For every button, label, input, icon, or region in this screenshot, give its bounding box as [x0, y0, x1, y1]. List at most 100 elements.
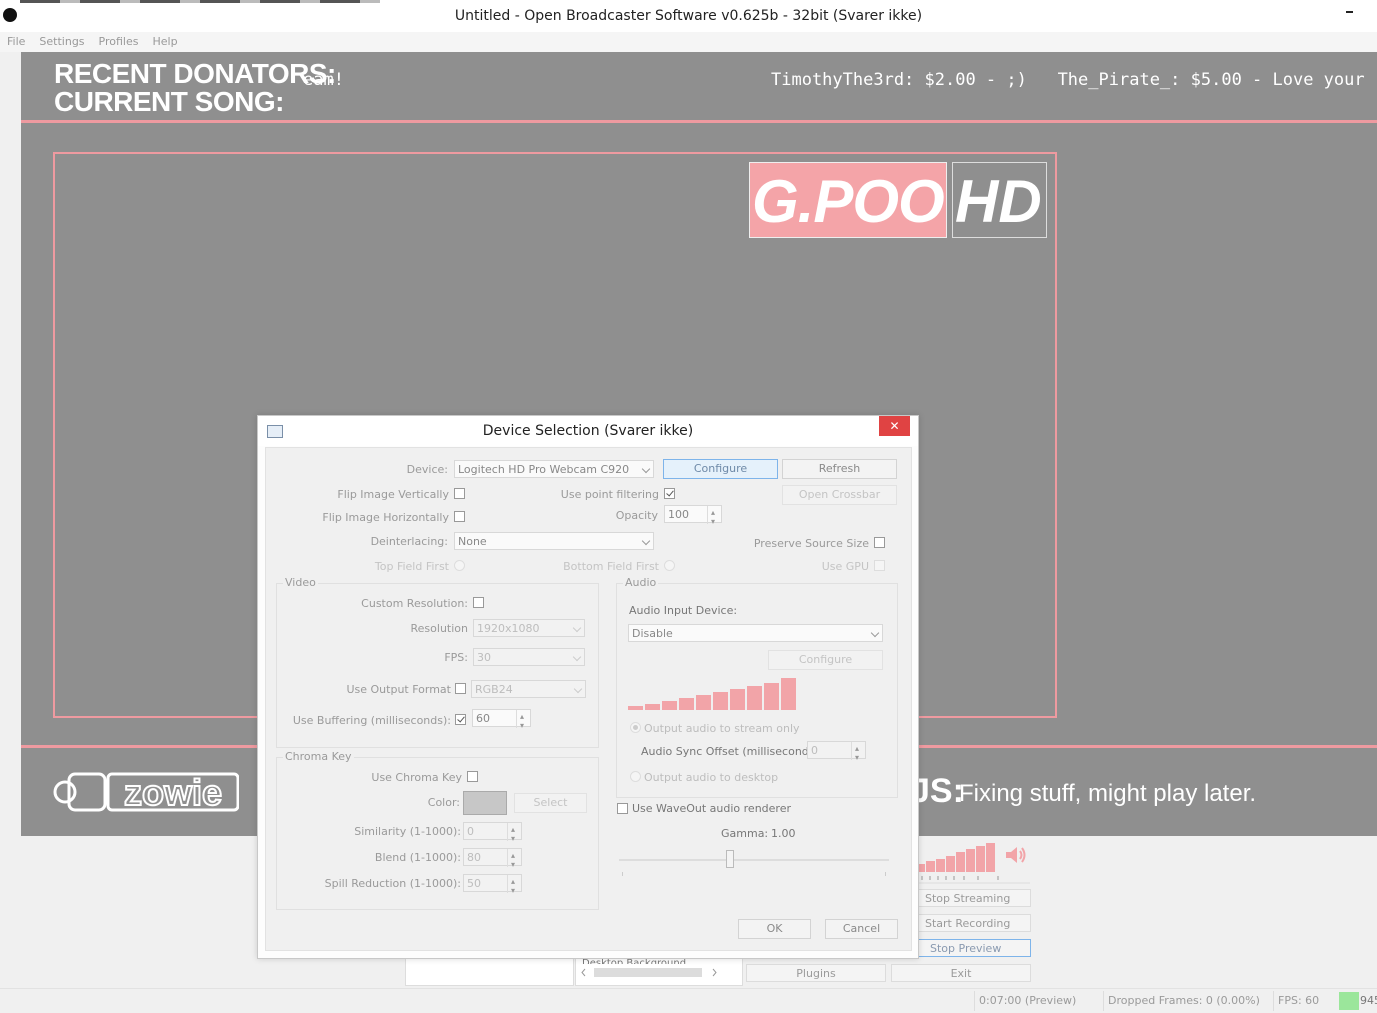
taskbar-tab-strip: [20, 0, 380, 3]
select-color-button[interactable]: Select: [514, 793, 587, 813]
window-titlebar: Untitled - Open Broadcaster Software v0.…: [0, 0, 1377, 33]
scenes-list[interactable]: [405, 958, 574, 986]
menu-file[interactable]: File: [7, 32, 25, 48]
waveout-checkbox[interactable]: [617, 803, 628, 814]
audio-input-select[interactable]: Disable: [628, 624, 883, 642]
spill-reduction-spinner[interactable]: [507, 873, 521, 900]
output-stream-only-radio[interactable]: [630, 722, 641, 733]
flip-horizontal-checkbox[interactable]: [454, 511, 465, 522]
buffering-value: 60: [476, 712, 490, 725]
source-item-partial[interactable]: Desktop Background: [582, 959, 712, 964]
top-field-first-radio[interactable]: [454, 560, 465, 571]
chevron-down-icon: [572, 652, 582, 662]
plugins-button[interactable]: Plugins: [746, 964, 886, 982]
flip-vertical-checkbox[interactable]: [454, 488, 465, 499]
speaker-icon[interactable]: [1004, 844, 1028, 866]
sources-scrollbar[interactable]: [580, 966, 730, 978]
buffering-checkbox[interactable]: [455, 714, 466, 725]
menu-settings[interactable]: Settings: [39, 32, 84, 48]
buffering-spinner[interactable]: [516, 708, 530, 735]
hd-logo: HD: [952, 162, 1047, 238]
chevron-down-icon: [572, 623, 582, 633]
stop-streaming-button[interactable]: Stop Streaming: [917, 889, 1031, 907]
chevron-down-icon: [641, 464, 651, 474]
opacity-value: 100: [668, 508, 689, 521]
chroma-color-swatch[interactable]: [463, 791, 507, 815]
similarity-value: 0: [467, 825, 474, 838]
buffering-input[interactable]: 60: [472, 708, 531, 735]
resolution-select[interactable]: 1920x1080: [473, 619, 585, 637]
sync-offset-spinner[interactable]: [851, 740, 865, 767]
blend-spinner[interactable]: [507, 847, 521, 874]
waveout-label: Use WaveOut audio renderer: [632, 802, 791, 815]
dialog-titlebar: Device Selection (Svarer ikke) ✕: [258, 416, 918, 446]
opacity-spinner[interactable]: [707, 504, 721, 531]
gpoo-logo-text: G.POO: [752, 168, 945, 235]
preserve-size-label: Preserve Source Size: [753, 537, 869, 550]
opacity-input[interactable]: 100: [664, 504, 722, 531]
dropped-frames: Dropped Frames: 0 (0.00%): [1108, 994, 1260, 1007]
gamma-slider-track[interactable]: [619, 859, 889, 861]
device-value: Logitech HD Pro Webcam C920: [458, 463, 630, 476]
spill-reduction-value: 50: [467, 877, 481, 890]
donator-scroll-tail: eam!: [303, 70, 344, 90]
current-song-label: CURRENT SONG:: [54, 86, 284, 117]
similarity-label: Similarity (1-1000):: [354, 825, 461, 838]
device-label: Device:: [406, 463, 448, 476]
chevron-down-icon: [641, 536, 651, 546]
zowie-logo: zowie: [53, 771, 239, 814]
fps-label: FPS:: [444, 651, 468, 664]
hd-logo-text: HD: [955, 168, 1042, 235]
bottom-field-first-radio[interactable]: [664, 560, 675, 571]
minimize-button[interactable]: [1345, 4, 1359, 18]
refresh-button[interactable]: Refresh: [782, 459, 897, 479]
fps-select[interactable]: 30: [473, 648, 585, 666]
close-icon[interactable]: ✕: [879, 416, 910, 436]
opacity-label: Opacity: [615, 509, 658, 522]
status-bar: 0:07:00 (Preview) Dropped Frames: 0 (0.0…: [0, 988, 1377, 1013]
bitrate-readout: 945: [1360, 994, 1377, 1007]
sync-offset-input[interactable]: 0: [807, 740, 866, 767]
bitrate-indicator: [1339, 992, 1359, 1010]
menu-profiles[interactable]: Profiles: [99, 32, 139, 48]
fps-value: 30: [477, 651, 491, 664]
gamma-slider-thumb[interactable]: [725, 850, 734, 868]
ok-button[interactable]: OK: [738, 919, 811, 939]
exit-button[interactable]: Exit: [891, 964, 1031, 982]
deinterlacing-select[interactable]: None: [454, 532, 654, 550]
color-label: Color:: [427, 796, 460, 809]
stop-preview-button[interactable]: Stop Preview: [917, 939, 1031, 957]
audio-configure-button[interactable]: Configure: [768, 650, 883, 670]
audio-input-value: Disable: [632, 627, 673, 640]
cancel-button[interactable]: Cancel: [825, 919, 898, 939]
output-desktop-label: Output audio to desktop: [644, 771, 779, 784]
status-separator: [1103, 991, 1104, 1011]
use-chroma-key-checkbox[interactable]: [467, 771, 478, 782]
output-format-checkbox[interactable]: [455, 683, 466, 694]
status-text: Fixing stuff, might play later.: [959, 780, 1257, 807]
resolution-value: 1920x1080: [477, 622, 540, 635]
dialog-body: Device: Logitech HD Pro Webcam C920 Conf…: [265, 447, 912, 951]
start-recording-button[interactable]: Start Recording: [917, 914, 1031, 932]
zowie-logo-text: zowie: [124, 772, 222, 813]
status-separator: [974, 991, 975, 1011]
desktop-audio-meter: [916, 843, 995, 872]
use-gpu-checkbox[interactable]: [874, 560, 885, 571]
custom-resolution-checkbox[interactable]: [473, 597, 484, 608]
output-desktop-radio[interactable]: [630, 771, 641, 782]
preserve-size-checkbox[interactable]: [874, 537, 885, 548]
device-select[interactable]: Logitech HD Pro Webcam C920: [454, 460, 654, 478]
status-separator: [1273, 991, 1274, 1011]
menu-help[interactable]: Help: [152, 32, 177, 48]
spill-reduction-input[interactable]: 50: [463, 873, 522, 900]
video-group-title: Video: [283, 576, 318, 589]
point-filtering-checkbox[interactable]: [664, 488, 675, 499]
open-crossbar-button[interactable]: Open Crossbar: [782, 485, 897, 505]
output-format-select[interactable]: RGB24: [471, 680, 586, 698]
blend-input[interactable]: 80: [463, 847, 522, 874]
donator-ticker: TimothyThe3rd: $2.00 - ;) The_Pirate_: $…: [771, 70, 1365, 90]
custom-resolution-label: Custom Resolution:: [361, 597, 468, 610]
configure-button[interactable]: Configure: [663, 459, 778, 479]
similarity-spinner[interactable]: [507, 821, 521, 848]
similarity-input[interactable]: 0: [463, 821, 522, 848]
